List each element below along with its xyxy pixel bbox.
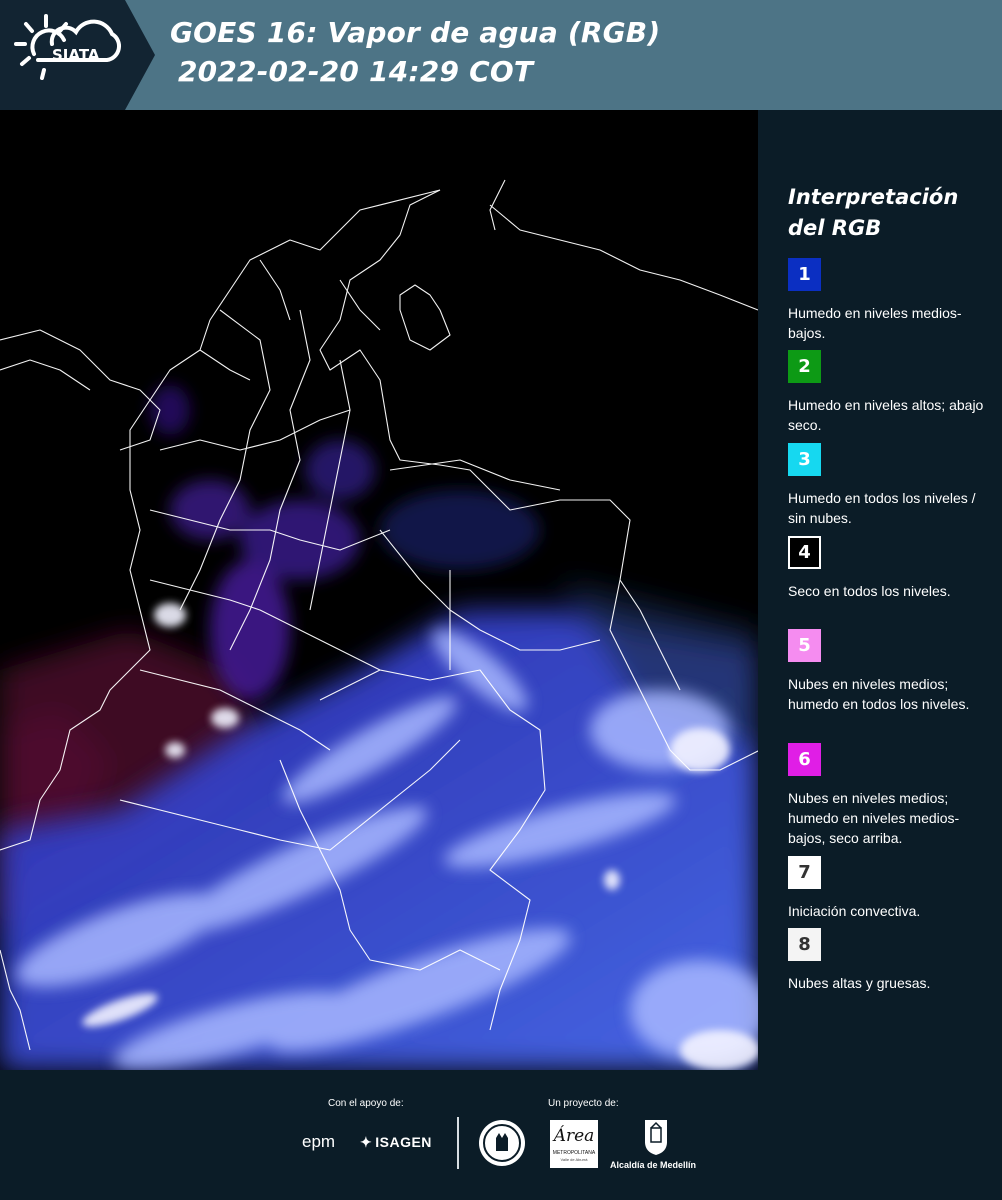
medellin-shield-icon [645,1120,667,1155]
legend-description-1: Humedo en niveles medios-bajos. [788,305,962,341]
legend-title: Interpretación del RGB [788,185,959,240]
area-logo-caption: METROPOLITANA [552,1150,596,1156]
legend-description-4: Seco en todos los niveles. [788,583,951,599]
legend-description-3: Humedo en todos los niveles / sin nubes. [788,490,976,526]
legend-item-5: 5 Nubes en niveles medios; humedo en todo… [788,629,988,714]
alcaldia-medellin-logo: Alcaldía de Medellín [610,1160,697,1170]
legend-swatch-2: 2 [788,350,821,383]
area-metropolitana-logo: Área METROPOLITANA Valle de Aburrá [550,1120,598,1168]
rgb-legend: Interpretación del RGB 1 Humedo en nivele… [760,110,1002,1070]
legend-item-2: 2 Humedo en niveles altos; abajo seco. [788,350,988,435]
legend-item-4: 4 Seco en todos los niveles. [788,536,988,601]
footer-divider [457,1117,459,1169]
legend-swatch-7: 7 [788,856,821,889]
title-product: GOES 16: Vapor de agua (RGB) [170,16,661,49]
legend-swatch-6: 6 [788,743,821,776]
legend-description-6: Nubes en niveles medios; humedo en nivel… [788,790,960,846]
legend-swatch-4: 4 [788,536,821,569]
legend-swatch-3: 3 [788,443,821,476]
isagen-star-icon: ✦ [360,1134,373,1150]
footer: Con el apoyo de: Un proyecto de: epm ✦ IS… [0,1070,1002,1200]
legend-description-7: Iniciación convectiva. [788,903,921,919]
isagen-logo-text: ISAGEN [375,1134,432,1150]
satellite-map[interactable] [0,110,758,1070]
siata-logo: SIATA [12,14,127,94]
siata-logo-text: SIATA [52,46,100,64]
support-label: Con el apoyo de: [328,1098,404,1109]
legend-item-8: 8 Nubes altas y gruesas. [788,928,988,993]
title-timestamp: 2022-02-20 14:29 COT [178,55,534,88]
epm-logo: epm [302,1132,336,1151]
water-vapor-image [0,110,758,1070]
legend-description-2: Humedo en niveles altos; abajo seco. [788,397,984,433]
area-logo-subcaption: Valle de Aburrá [560,1157,588,1162]
header: SIATA GOES 16: Vapor de agua (RGB) 2022-… [0,0,1002,110]
legend-item-7: 7 Iniciación convectiva. [788,856,988,921]
antioquia-seal-icon [479,1120,525,1166]
isagen-logo: ✦ ISAGEN [360,1134,432,1151]
legend-description-5: Nubes en niveles medios; humedo en todos… [788,676,970,712]
legend-item-1: 1 Humedo en niveles medios-bajos. [788,258,988,343]
legend-swatch-5: 5 [788,629,821,662]
legend-description-8: Nubes altas y gruesas. [788,975,931,991]
project-label: Un proyecto de: [548,1098,619,1109]
legend-swatch-8: 8 [788,928,821,961]
area-logo-text: Área [553,1126,595,1146]
sun-cloud-icon: SIATA [14,14,122,80]
legend-item-6: 6 Nubes en niveles medios; humedo en nive… [788,743,988,848]
legend-item-3: 3 Humedo en todos los niveles / sin nubes… [788,443,988,528]
legend-swatch-1: 1 [788,258,821,291]
